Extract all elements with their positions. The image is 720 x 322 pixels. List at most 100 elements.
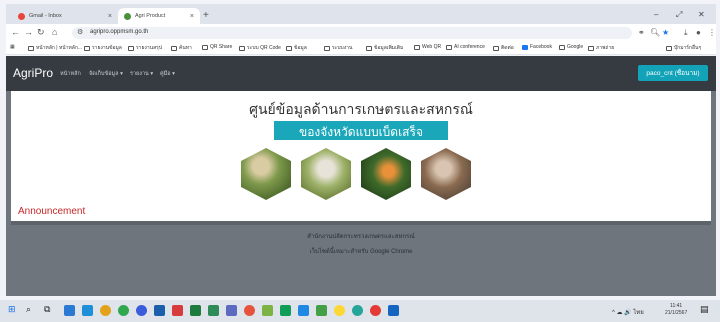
clock[interactable]: 11:41 21/1/2567 — [665, 303, 687, 317]
hex-image-produce-harvest — [301, 148, 351, 200]
app-icon[interactable] — [64, 305, 75, 316]
hero-subtitle: ของจังหวัดแบบเบ็ดเสร็จ — [299, 125, 423, 139]
translate-icon[interactable]: ⚭ — [638, 28, 645, 37]
clock-time: 11:41 — [670, 303, 683, 309]
bookmark-item[interactable]: รายงานข้อมูล — [84, 44, 122, 52]
app-icon[interactable] — [190, 305, 201, 316]
app-icon[interactable] — [172, 305, 183, 316]
start-icon[interactable]: ⊞ — [8, 304, 16, 315]
globe-icon — [286, 45, 292, 51]
nav-manual[interactable]: คู่มือ ▾ — [160, 70, 175, 78]
app-icon[interactable] — [118, 305, 129, 316]
address-toolbar: ← → ↻ ⌂ ⚙ agripro.oppmsm.go.th ⚭ 🔍︎ ★ ⤓ … — [6, 24, 716, 42]
task-view-icon[interactable]: ⧉ — [44, 304, 50, 315]
close-icon[interactable]: × — [190, 13, 194, 20]
app-icon[interactable] — [298, 305, 309, 316]
bookmark-item[interactable]: ค้นหา — [171, 44, 192, 52]
page-footer: สำนักงานปลัดกระทรวงเกษตรและสหกรณ์ เว็บไซ… — [6, 231, 716, 256]
notifications-icon[interactable]: ▤ — [700, 304, 709, 315]
url-text: agripro.oppmsm.go.th — [90, 29, 149, 35]
nav-data-entry[interactable]: จัดเก็บข้อมูล ▾ — [89, 70, 123, 78]
folder-icon — [366, 45, 372, 51]
folder-icon — [171, 45, 177, 51]
app-icon[interactable] — [280, 305, 291, 316]
hero-panel: ศูนย์ข้อมูลด้านการเกษตรและสหกรณ์ ของจังห… — [11, 91, 711, 221]
site-icon — [124, 12, 131, 20]
bookmark-item[interactable]: หน้าหลัก | หน้าหลัก... — [28, 44, 82, 52]
app-icon[interactable] — [244, 305, 255, 316]
bookmark-item[interactable]: Facebook — [522, 44, 552, 50]
taskbar: ⊞ ⌕ ⧉ ^ ☁ 🔊 ไทย 11:41 21/1/2567 ▤ — [0, 300, 720, 322]
reload-icon[interactable]: ↻ — [37, 27, 45, 38]
home-icon[interactable]: ⌂ — [52, 27, 57, 37]
app-icon[interactable] — [262, 305, 273, 316]
bookmark-star-icon[interactable]: ★ — [662, 28, 669, 37]
folder-icon — [324, 45, 330, 51]
site-info-icon[interactable]: ⚙ — [77, 28, 83, 36]
zoom-icon[interactable]: 🔍︎ — [650, 28, 660, 37]
forward-icon[interactable]: → — [24, 27, 33, 37]
tab-strip: Gmail - Inbox × Agri Product × + – ⤢ ✕ — [6, 4, 716, 24]
profile-icon[interactable]: ● — [696, 28, 701, 37]
bookmark-item[interactable]: ข้อมูลเพิ่มเติม — [366, 44, 403, 52]
app-brand[interactable]: AgriPro — [13, 66, 53, 80]
nav-reports[interactable]: รายงาน ▾ — [130, 70, 153, 78]
maximize-icon[interactable]: ⤢ — [676, 10, 682, 20]
qr-icon — [414, 44, 420, 50]
app-icon[interactable] — [316, 305, 327, 316]
folder-icon — [128, 45, 134, 51]
app-icon[interactable] — [82, 305, 93, 316]
globe-icon — [446, 44, 452, 50]
download-icon[interactable]: ⤓ — [684, 28, 688, 38]
user-menu-button[interactable]: paco_cnt (ชื่อนาม) — [638, 65, 708, 81]
close-window-icon[interactable]: ✕ — [698, 10, 705, 19]
address-bar[interactable]: ⚙ agripro.oppmsm.go.th — [72, 27, 632, 39]
app-navbar: AgriPro หน้าหลัก จัดเก็บข้อมูล ▾ รายงาน … — [6, 56, 716, 91]
globe-icon — [202, 44, 208, 50]
bookmark-item[interactable]: QR Share — [202, 44, 232, 50]
bookmark-item[interactable]: ติดต่อ — [493, 44, 514, 52]
hex-image-farm-worker — [421, 148, 471, 200]
folder-icon — [493, 45, 499, 51]
bookmark-item[interactable]: ข้อมูล — [286, 44, 307, 52]
app-icon[interactable] — [136, 305, 147, 316]
app-icon[interactable] — [226, 305, 237, 316]
bookmark-item[interactable]: รายงานสรุป — [128, 44, 162, 52]
app-icon[interactable] — [388, 305, 399, 316]
web-page: AgriPro หน้าหลัก จัดเก็บข้อมูล ▾ รายงาน … — [6, 56, 716, 296]
bookmark-item[interactable]: ระบบ QR Code — [239, 44, 281, 52]
apps-icon[interactable]: ▦ — [10, 44, 15, 50]
bookmark-item[interactable]: ระบบงาน — [324, 44, 352, 52]
system-tray[interactable]: ^ ☁ 🔊 ไทย — [612, 307, 644, 317]
globe-icon — [28, 45, 34, 51]
bookmark-item[interactable]: AI conference — [446, 44, 485, 50]
app-icon[interactable] — [334, 305, 345, 316]
app-icon[interactable] — [208, 305, 219, 316]
gmail-icon — [18, 12, 25, 20]
chrome-icon[interactable] — [370, 305, 381, 316]
announcement-heading: Announcement — [18, 206, 86, 217]
new-tab-icon[interactable]: + — [203, 10, 209, 21]
folder-icon — [84, 45, 90, 51]
minimize-icon[interactable]: – — [654, 10, 658, 19]
menu-icon[interactable]: ⋮ — [708, 28, 716, 37]
tab-title: Gmail - Inbox — [29, 13, 62, 19]
back-icon[interactable]: ← — [11, 27, 20, 37]
nav-home[interactable]: หน้าหลัก — [60, 70, 81, 78]
clock-date: 21/1/2567 — [665, 310, 688, 316]
search-icon[interactable]: ⌕ — [26, 304, 31, 315]
folder-icon — [588, 45, 594, 51]
google-icon — [559, 44, 565, 50]
close-icon[interactable]: × — [108, 13, 112, 20]
tab-gmail[interactable]: Gmail - Inbox × — [12, 8, 118, 24]
app-icon[interactable] — [154, 305, 165, 316]
app-icon[interactable] — [100, 305, 111, 316]
tab-agri-product[interactable]: Agri Product × — [118, 8, 200, 24]
other-bookmarks[interactable]: บุ๊กมาร์กอื่นๆ — [666, 44, 701, 52]
hex-image-orchard-fruit — [361, 148, 411, 200]
app-icon[interactable] — [352, 305, 363, 316]
panel-divider — [11, 221, 711, 225]
bookmark-item[interactable]: Google — [559, 44, 583, 50]
bookmark-item[interactable]: Web QR — [414, 44, 441, 50]
bookmark-item[interactable]: ภาพถ่าย — [588, 44, 614, 52]
